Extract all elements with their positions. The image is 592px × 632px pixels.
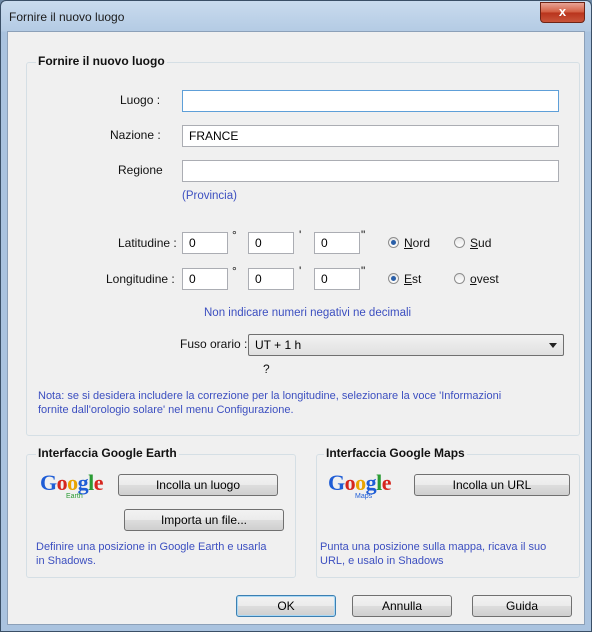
- chevron-down-icon: [549, 343, 557, 348]
- logo-letter: e: [93, 470, 104, 495]
- title-bar[interactable]: Fornire il nuovo luogo x: [1, 1, 591, 31]
- ovest-radio[interactable]: [454, 273, 465, 284]
- note-line-2: fornite dall'orologio solare' nel menu C…: [38, 404, 294, 416]
- est-radio-label[interactable]: Est: [404, 272, 421, 286]
- sud-radio-label[interactable]: Sud: [470, 236, 491, 250]
- logo-letter: G: [40, 470, 57, 495]
- latitude-second-symbol: ": [361, 228, 366, 242]
- longitude-minutes-input[interactable]: [248, 268, 294, 290]
- logo-letter: g: [365, 470, 377, 495]
- paste-url-button[interactable]: Incolla un URL: [414, 474, 570, 496]
- nord-rest: ord: [412, 236, 431, 250]
- logo-letter: o: [344, 470, 356, 495]
- google-maps-logo-sub: Maps: [355, 493, 373, 500]
- est-radio[interactable]: [388, 273, 399, 284]
- ovest-rest: vest: [476, 272, 499, 286]
- longitude-seconds-input[interactable]: [314, 268, 360, 290]
- no-negative-hint: Non indicare numeri negativi ne decimali: [204, 307, 412, 319]
- main-group-legend: Fornire il nuovo luogo: [36, 54, 167, 68]
- main-group: [26, 62, 580, 436]
- google-maps-legend: Interfaccia Google Maps: [324, 446, 467, 460]
- fuso-label: Fuso orario :: [180, 337, 248, 351]
- paste-location-button[interactable]: Incolla un luogo: [118, 474, 278, 496]
- longitude-label: Longitudine :: [106, 272, 175, 286]
- logo-letter: G: [328, 470, 345, 495]
- latitude-degrees-input[interactable]: [182, 232, 228, 254]
- latitude-minute-symbol: ': [299, 228, 302, 242]
- import-file-button[interactable]: Importa un file...: [124, 509, 284, 531]
- logo-letter: o: [56, 470, 68, 495]
- guida-button[interactable]: Guida: [472, 595, 572, 617]
- close-button[interactable]: x: [540, 2, 585, 23]
- est-rest: st: [412, 272, 422, 286]
- google-earth-desc-1: Definire una posizione in Google Earth e…: [36, 541, 267, 553]
- google-earth-legend: Interfaccia Google Earth: [36, 446, 179, 460]
- longitude-degree-symbol: °: [232, 264, 237, 278]
- regione-input[interactable]: [182, 160, 559, 182]
- latitude-minutes-input[interactable]: [248, 232, 294, 254]
- luogo-input[interactable]: [182, 90, 559, 112]
- fuso-orario-value: UT + 1 h: [255, 338, 302, 352]
- sud-radio[interactable]: [454, 237, 465, 248]
- longitude-second-symbol: ": [361, 264, 366, 278]
- provincia-hint: (Provincia): [182, 190, 237, 202]
- dialog-window: Fornire il nuovo luogo x Fornire il nuov…: [0, 0, 592, 632]
- nazione-label: Nazione :: [110, 128, 161, 142]
- nord-radio-label[interactable]: Nord: [404, 236, 430, 250]
- logo-letter: o: [355, 470, 366, 495]
- google-maps-desc-1: Punta una posizione sulla mappa, ricava …: [320, 541, 547, 553]
- google-earth-logo-sub: Earth: [66, 493, 83, 500]
- google-earth-desc-2: in Shadows.: [36, 555, 96, 567]
- logo-letter: o: [67, 470, 78, 495]
- latitude-seconds-input[interactable]: [314, 232, 360, 254]
- latitude-degree-symbol: °: [232, 228, 237, 242]
- longitude-degrees-input[interactable]: [182, 268, 228, 290]
- sud-rest: ud: [478, 236, 492, 250]
- window-title: Fornire il nuovo luogo: [9, 10, 125, 24]
- longitude-minute-symbol: ': [299, 264, 302, 278]
- fuso-orario-select[interactable]: UT + 1 h: [248, 334, 564, 356]
- fuso-help-mark: ?: [263, 362, 270, 376]
- ovest-radio-label[interactable]: ovest: [470, 272, 499, 286]
- logo-letter: e: [381, 470, 392, 495]
- dialog-client-area: Fornire il nuovo luogo Luogo : Nazione :…: [7, 31, 585, 625]
- latitude-label: Latitudine :: [118, 236, 177, 250]
- annulla-button[interactable]: Annulla: [352, 595, 452, 617]
- luogo-label: Luogo :: [120, 93, 161, 107]
- logo-letter: g: [77, 470, 89, 495]
- note-line-1: Nota: se si desidera includere la correz…: [38, 390, 502, 402]
- nord-radio[interactable]: [388, 237, 399, 248]
- google-maps-desc-2: URL, e usalo in Shadows: [320, 555, 444, 567]
- regione-label: Regione: [118, 163, 163, 177]
- ok-button[interactable]: OK: [236, 595, 336, 617]
- nazione-input[interactable]: [182, 125, 559, 147]
